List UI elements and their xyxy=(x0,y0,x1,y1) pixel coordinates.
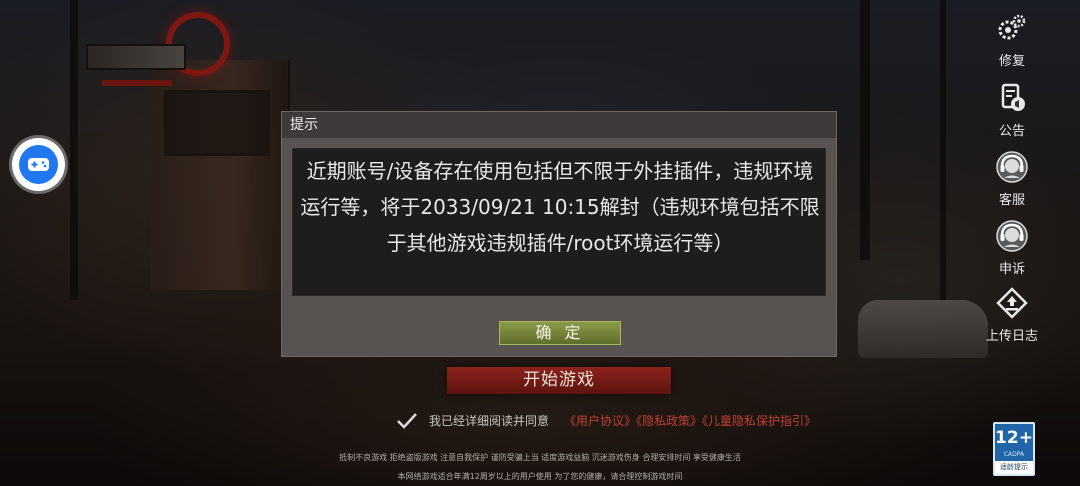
background-tree xyxy=(940,0,946,300)
age-rating-tag: 适龄提示 xyxy=(995,461,1033,474)
confirm-button[interactable]: 确 定 xyxy=(499,321,621,345)
appeal-label: 申诉 xyxy=(998,262,1025,277)
dialog-title: 提示 xyxy=(282,112,836,138)
floating-assistant-button[interactable] xyxy=(12,138,65,191)
dialog-message: 近期账号/设备存在使用包括但不限于外挂插件，违规环境运行等，将于2033/09/… xyxy=(300,159,820,255)
customer-service-label: 客服 xyxy=(998,193,1025,208)
appeal-icon xyxy=(996,220,1028,252)
game-logo xyxy=(86,8,236,92)
notice-dialog: 提示 近期账号/设备存在使用包括但不限于外挂插件，违规环境运行等，将于2033/… xyxy=(281,111,837,357)
gamepad-icon xyxy=(19,145,58,184)
logo-underline xyxy=(102,80,172,86)
user-agreement-link[interactable]: 《用户协议》 xyxy=(564,414,636,428)
age-rating-value: 12+ xyxy=(995,428,1033,448)
announcement-button[interactable]: 公告 xyxy=(984,82,1040,142)
start-game-button[interactable]: 开始游戏 xyxy=(447,367,671,394)
child-privacy-link[interactable]: 《儿童隐私保护指引》 xyxy=(702,414,816,428)
appeal-button[interactable]: 申诉 xyxy=(984,220,1040,280)
announcement-icon xyxy=(996,82,1028,114)
background-car xyxy=(858,300,988,358)
customer-service-button[interactable]: 客服 xyxy=(984,151,1040,211)
checkmark-icon xyxy=(397,413,417,429)
repair-label: 修复 xyxy=(998,54,1025,69)
health-advisory-line-2: 本网络游戏适合年满12周岁以上的用户使用 为了您的健康，请合理控制游戏时间 xyxy=(397,472,683,481)
announcement-label: 公告 xyxy=(998,124,1025,139)
gear-icon xyxy=(996,12,1028,44)
customer-service-icon xyxy=(996,151,1028,183)
agreement-text: 我已经详细阅读并同意 xyxy=(429,414,550,428)
age-rating-badge: 12+ CADPA 适龄提示 xyxy=(993,422,1035,476)
background-tree xyxy=(860,0,870,260)
age-rating-org: CADPA xyxy=(1003,451,1025,458)
agreement-links: 《用户协议》《隐私政策》《儿童隐私保护指引》 xyxy=(564,410,816,432)
logo-wordmark xyxy=(86,44,186,70)
dialog-message-panel: 近期账号/设备存在使用包括但不限于外挂插件，违规环境运行等，将于2033/09/… xyxy=(292,148,826,296)
background-tree xyxy=(70,0,78,300)
repair-button[interactable]: 修复 xyxy=(984,12,1040,72)
background-train xyxy=(150,60,290,290)
upload-log-label: 上传日志 xyxy=(985,329,1038,344)
agreement-checkbox[interactable] xyxy=(396,411,418,431)
health-advisory-line-1: 抵制不良游戏 拒绝盗版游戏 注意自我保护 谨防受骗上当 适度游戏益脑 沉迷游戏伤… xyxy=(339,453,741,462)
upload-log-button[interactable]: 上传日志 xyxy=(984,287,1040,347)
upload-icon xyxy=(996,287,1028,319)
privacy-policy-link[interactable]: 《隐私政策》 xyxy=(636,414,702,428)
